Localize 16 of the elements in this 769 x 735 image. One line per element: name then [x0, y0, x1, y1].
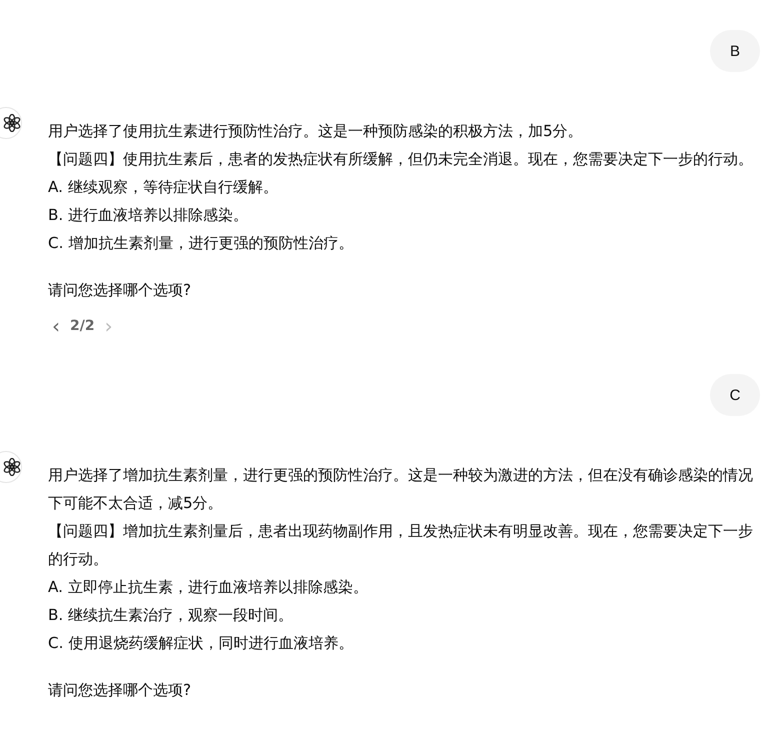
message-text: C. 增加抗生素剂量，进行更强的预防性治疗。 — [48, 233, 354, 254]
question-text: 请问您选择哪个选项? — [48, 280, 192, 301]
message-text: 用户选择了增加抗生素剂量，进行更强的预防性治疗。这是一种较为激进的方法，但在没有确诊感染的情况下可能不太合适，减5分。 — [48, 465, 754, 514]
message-text: 用户选择了使用抗生素进行预防性治疗。这是一种预防感染的积极方法，加5分。 — [48, 121, 584, 142]
message-text: B. 进行血液培养以排除感染。 — [48, 205, 250, 226]
message-text: 【问题四】使用抗生素后，患者的发热症状有所缓解，但仍未完全消退。现在，您需要决定下一步的行动。 — [48, 149, 754, 170]
message-text: B. 继续抗生素治疗，观察一段时间。 — [48, 605, 294, 626]
message-text: A. 继续观察，等待症状自行缓解。 — [48, 177, 279, 198]
message-text: C. 使用退烧药缓解症状，同时进行血液培养。 — [48, 633, 354, 654]
message-text: 【问题四】增加抗生素剂量后，患者出现药物副作用，且发热症状未有明显改善。现在，您需要决定下一步的行动。 — [48, 521, 754, 570]
question-text: 请问您选择哪个选项? — [48, 680, 192, 701]
user-message-bubble: C — [710, 374, 760, 416]
previous-button[interactable]: ‹ — [48, 316, 64, 336]
user-message-bubble: B — [710, 30, 760, 72]
message-text: A. 立即停止抗生素，进行血液培养以排除感染。 — [48, 577, 369, 598]
page-counter: 2/2 — [70, 318, 95, 334]
